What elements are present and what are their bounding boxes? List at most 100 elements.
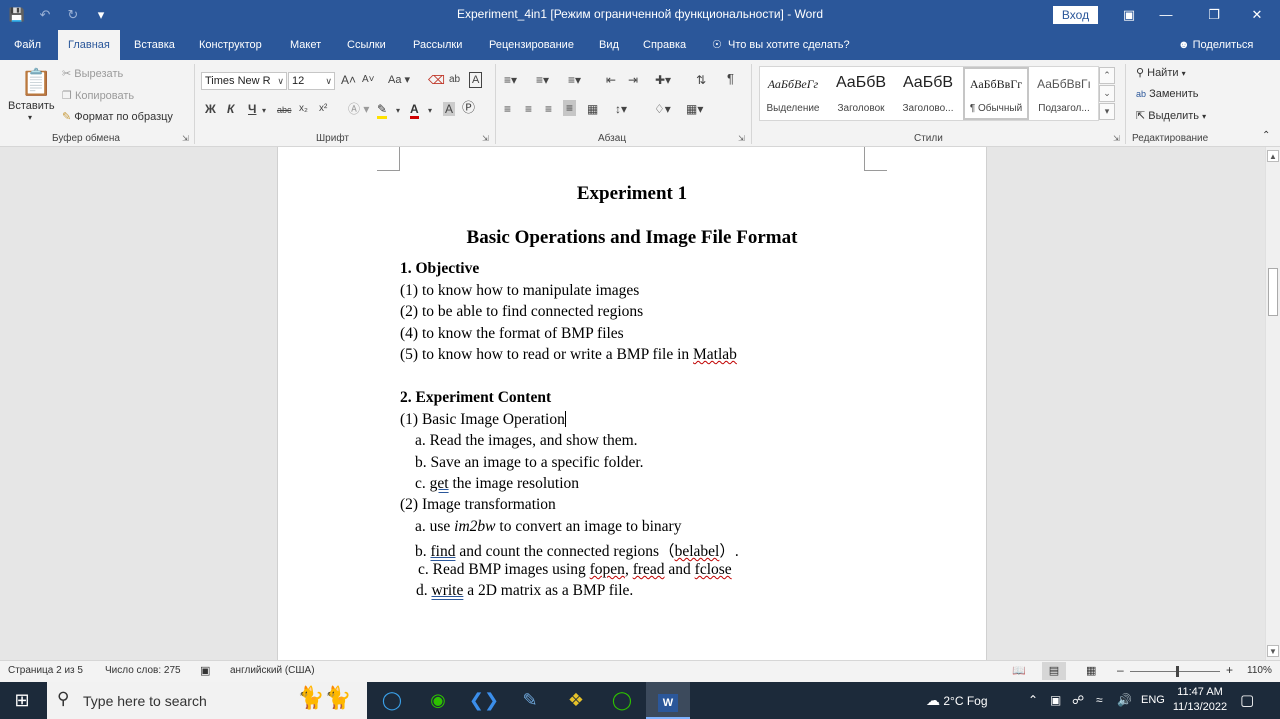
style-subtitle[interactable]: АаБбВвГı Подзагол... [1031, 67, 1097, 120]
paste-icon[interactable]: 📋 [20, 68, 52, 96]
print-layout-icon[interactable]: ▤ [1042, 662, 1066, 680]
style-emphasis[interactable]: АаБбВеГг Выделение [760, 67, 826, 120]
underline-dropdown-icon[interactable]: ▾ [262, 104, 266, 118]
style-normal[interactable]: АаБбВвГг ¶ Обычный [963, 67, 1029, 120]
find-button[interactable]: ⚲ Найти ▾ [1136, 66, 1186, 79]
scrollbar-thumb[interactable] [1268, 268, 1278, 316]
misspelled-word[interactable]: fopen [590, 561, 625, 578]
scroll-up-icon[interactable]: ▲ [1267, 150, 1279, 162]
shrink-font-icon[interactable]: A˅ [362, 73, 375, 87]
increase-indent-icon[interactable]: ⇥ [628, 73, 638, 87]
input-language[interactable]: ENG [1141, 682, 1165, 719]
tab-references[interactable]: Ссылки [337, 30, 396, 60]
undo-icon[interactable]: ↶ [34, 7, 56, 23]
highlight-color-icon[interactable]: ✎ [377, 102, 388, 119]
character-shading-icon[interactable]: A [443, 102, 456, 116]
clipboard-launcher-icon[interactable]: ⇲ [182, 134, 189, 143]
show-hidden-icons-icon[interactable]: ⌃ [1028, 682, 1038, 719]
align-center-icon[interactable]: ≡ [525, 102, 532, 116]
minimize-button[interactable]: — [1143, 0, 1189, 30]
show-marks-icon[interactable]: ¶ [727, 72, 734, 86]
change-case-button[interactable]: Aa ▾ [388, 73, 410, 87]
borders-icon[interactable]: ▦▾ [686, 102, 703, 116]
grow-font-icon[interactable]: A˄ [341, 73, 356, 87]
font-launcher-icon[interactable]: ⇲ [482, 134, 489, 143]
zoom-slider[interactable] [1130, 671, 1220, 672]
tab-file[interactable]: Файл [4, 30, 51, 60]
close-button[interactable]: ✕ [1234, 0, 1280, 30]
volume-icon[interactable]: 🔊 [1117, 682, 1132, 719]
restore-button[interactable]: ❐ [1191, 0, 1237, 30]
python-app-icon[interactable]: ❖ [556, 682, 596, 719]
vertical-scrollbar[interactable]: ▲ ▼ [1265, 147, 1280, 660]
bold-button[interactable]: Ж [205, 102, 216, 116]
italic-button[interactable]: К [227, 102, 234, 116]
font-color-dropdown-icon[interactable]: ▾ [428, 104, 432, 118]
tab-home[interactable]: Главная [58, 30, 120, 60]
paste-button[interactable]: Вставить [8, 100, 55, 112]
taskbar-search[interactable]: ⚲ Type here to search 🐈🐈 [47, 682, 367, 719]
gallery-up-icon[interactable]: ⌃ [1099, 67, 1115, 84]
numbering-icon[interactable]: ≡▾ [536, 73, 549, 87]
sort-icon[interactable]: ⇅ [696, 73, 706, 87]
style-heading1[interactable]: АаБбВ Заголовок [828, 67, 894, 120]
redo-icon[interactable]: ↻ [62, 7, 84, 23]
loading-ring-icon[interactable]: ◯ [602, 682, 642, 719]
grammar-word[interactable]: get [430, 475, 449, 492]
misspelled-word[interactable]: Matlab [693, 346, 737, 363]
format-painter-button[interactable]: ✎ Формат по образцу [62, 110, 173, 123]
word-app-icon[interactable]: W [646, 682, 690, 719]
sign-in-button[interactable]: Вход [1053, 6, 1098, 24]
text-effects-icon[interactable]: Ⓐ ▾ [348, 102, 369, 116]
misspelled-word[interactable]: fread [633, 561, 665, 578]
distributed-icon[interactable]: ▦ [587, 102, 598, 116]
proofing-icon[interactable]: ▣ [200, 664, 210, 677]
copy-button[interactable]: ❐ Копировать [62, 89, 134, 102]
subscript-button[interactable]: x₂ [299, 102, 308, 116]
read-mode-icon[interactable]: 📖 [1012, 664, 1026, 677]
highlight-dropdown-icon[interactable]: ▾ [396, 104, 400, 118]
phonetic-guide-icon[interactable]: ab [449, 73, 460, 87]
strikethrough-button[interactable]: abc [277, 103, 292, 117]
tab-mailings[interactable]: Рассылки [403, 30, 472, 60]
snipping-tool-icon[interactable]: ✎ [510, 682, 550, 719]
meet-now-icon[interactable]: ▣ [1050, 682, 1061, 719]
tab-help[interactable]: Справка [633, 30, 696, 60]
tab-view[interactable]: Вид [589, 30, 629, 60]
asian-layout-icon[interactable]: ✚▾ [655, 73, 671, 87]
grammar-word[interactable]: find [431, 543, 456, 560]
tab-layout[interactable]: Макет [280, 30, 331, 60]
replace-button[interactable]: ab Заменить [1136, 88, 1199, 100]
vscode-icon[interactable]: ❮❯ [464, 682, 504, 719]
tell-me-search[interactable]: ☉ Что вы хотите сделать? [712, 30, 850, 60]
scroll-down-icon[interactable]: ▼ [1267, 645, 1279, 657]
justify-icon[interactable]: ≡ [563, 100, 577, 116]
select-button[interactable]: ⇱ Выделить ▾ [1136, 109, 1206, 122]
misspelled-word[interactable]: belabel [675, 543, 720, 560]
clear-formatting-icon[interactable]: ⌫ [428, 73, 445, 87]
grammar-word[interactable]: write [432, 582, 464, 599]
zoom-in-icon[interactable]: + [1226, 663, 1233, 677]
tab-insert[interactable]: Вставка [124, 30, 185, 60]
cut-button[interactable]: ✂ Вырезать [62, 67, 123, 80]
edge-browser-icon[interactable]: ◯ [372, 682, 412, 719]
share-button[interactable]: ☻ Поделиться [1178, 30, 1253, 60]
underline-button[interactable]: Ч [248, 102, 256, 116]
collapse-ribbon-icon[interactable]: ⌃ [1262, 130, 1270, 141]
clock[interactable]: 11:47 AM 11/13/2022 [1168, 685, 1232, 715]
tab-review[interactable]: Рецензирование [479, 30, 584, 60]
wifi-icon[interactable]: ≈ [1096, 682, 1103, 719]
font-size-select[interactable]: 12 ∨ [288, 72, 335, 90]
web-layout-icon[interactable]: ▦ [1086, 664, 1096, 677]
power-icon[interactable]: ☍ [1072, 682, 1084, 719]
bullets-icon[interactable]: ≡▾ [504, 73, 517, 87]
paste-dropdown-icon[interactable]: ▾ [28, 113, 32, 122]
tab-design[interactable]: Конструктор [189, 30, 272, 60]
windows-start-icon[interactable]: ⊞ [2, 682, 42, 719]
wechat-icon[interactable]: ◉ [418, 682, 458, 719]
align-left-icon[interactable]: ≡ [504, 102, 511, 116]
gallery-more-icon[interactable]: ▾ [1099, 103, 1115, 120]
font-color-icon[interactable]: A [410, 102, 419, 119]
paragraph-launcher-icon[interactable]: ⇲ [738, 134, 745, 143]
line-spacing-icon[interactable]: ↕▾ [615, 102, 627, 116]
